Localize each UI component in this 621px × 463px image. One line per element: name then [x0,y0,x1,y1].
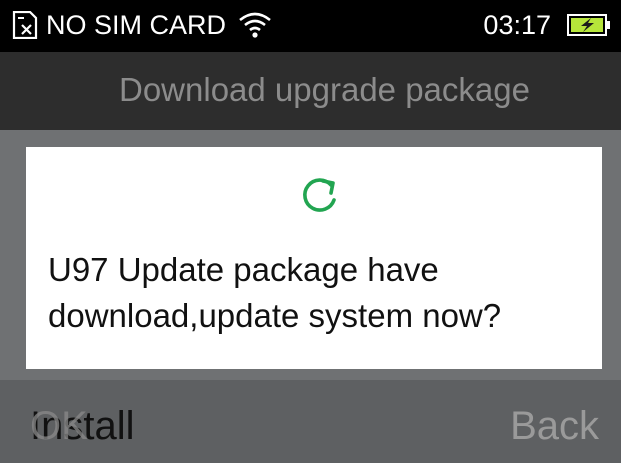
softkey-bar: Install OK Back [0,380,621,463]
status-bar: NO SIM CARD 03:17 [0,0,621,52]
sim-card-x-icon [12,11,38,39]
update-dialog: U97 Update package have download,update … [26,147,602,369]
dialog-message-line-1: U97 Update package have [48,251,439,288]
status-right-group: 03:17 [483,8,611,42]
dialog-message-line-2: download,update system now? [48,297,502,334]
back-softkey[interactable]: Back [510,402,599,450]
refresh-icon [303,178,336,212]
status-left-group: NO SIM CARD [12,8,272,42]
carrier-text: NO SIM CARD [46,10,227,40]
title-bar: Download upgrade package [0,52,621,130]
clock: 03:17 [483,10,551,40]
battery-charging-icon [567,14,610,36]
dialog-message: U97 Update package have download,update … [48,247,596,339]
ok-softkey[interactable]: OK [30,402,88,450]
device-screen: NO SIM CARD 03:17 Download upgrade packa… [0,0,621,463]
wifi-icon [239,12,271,38]
page-title: Download upgrade package [119,71,530,108]
